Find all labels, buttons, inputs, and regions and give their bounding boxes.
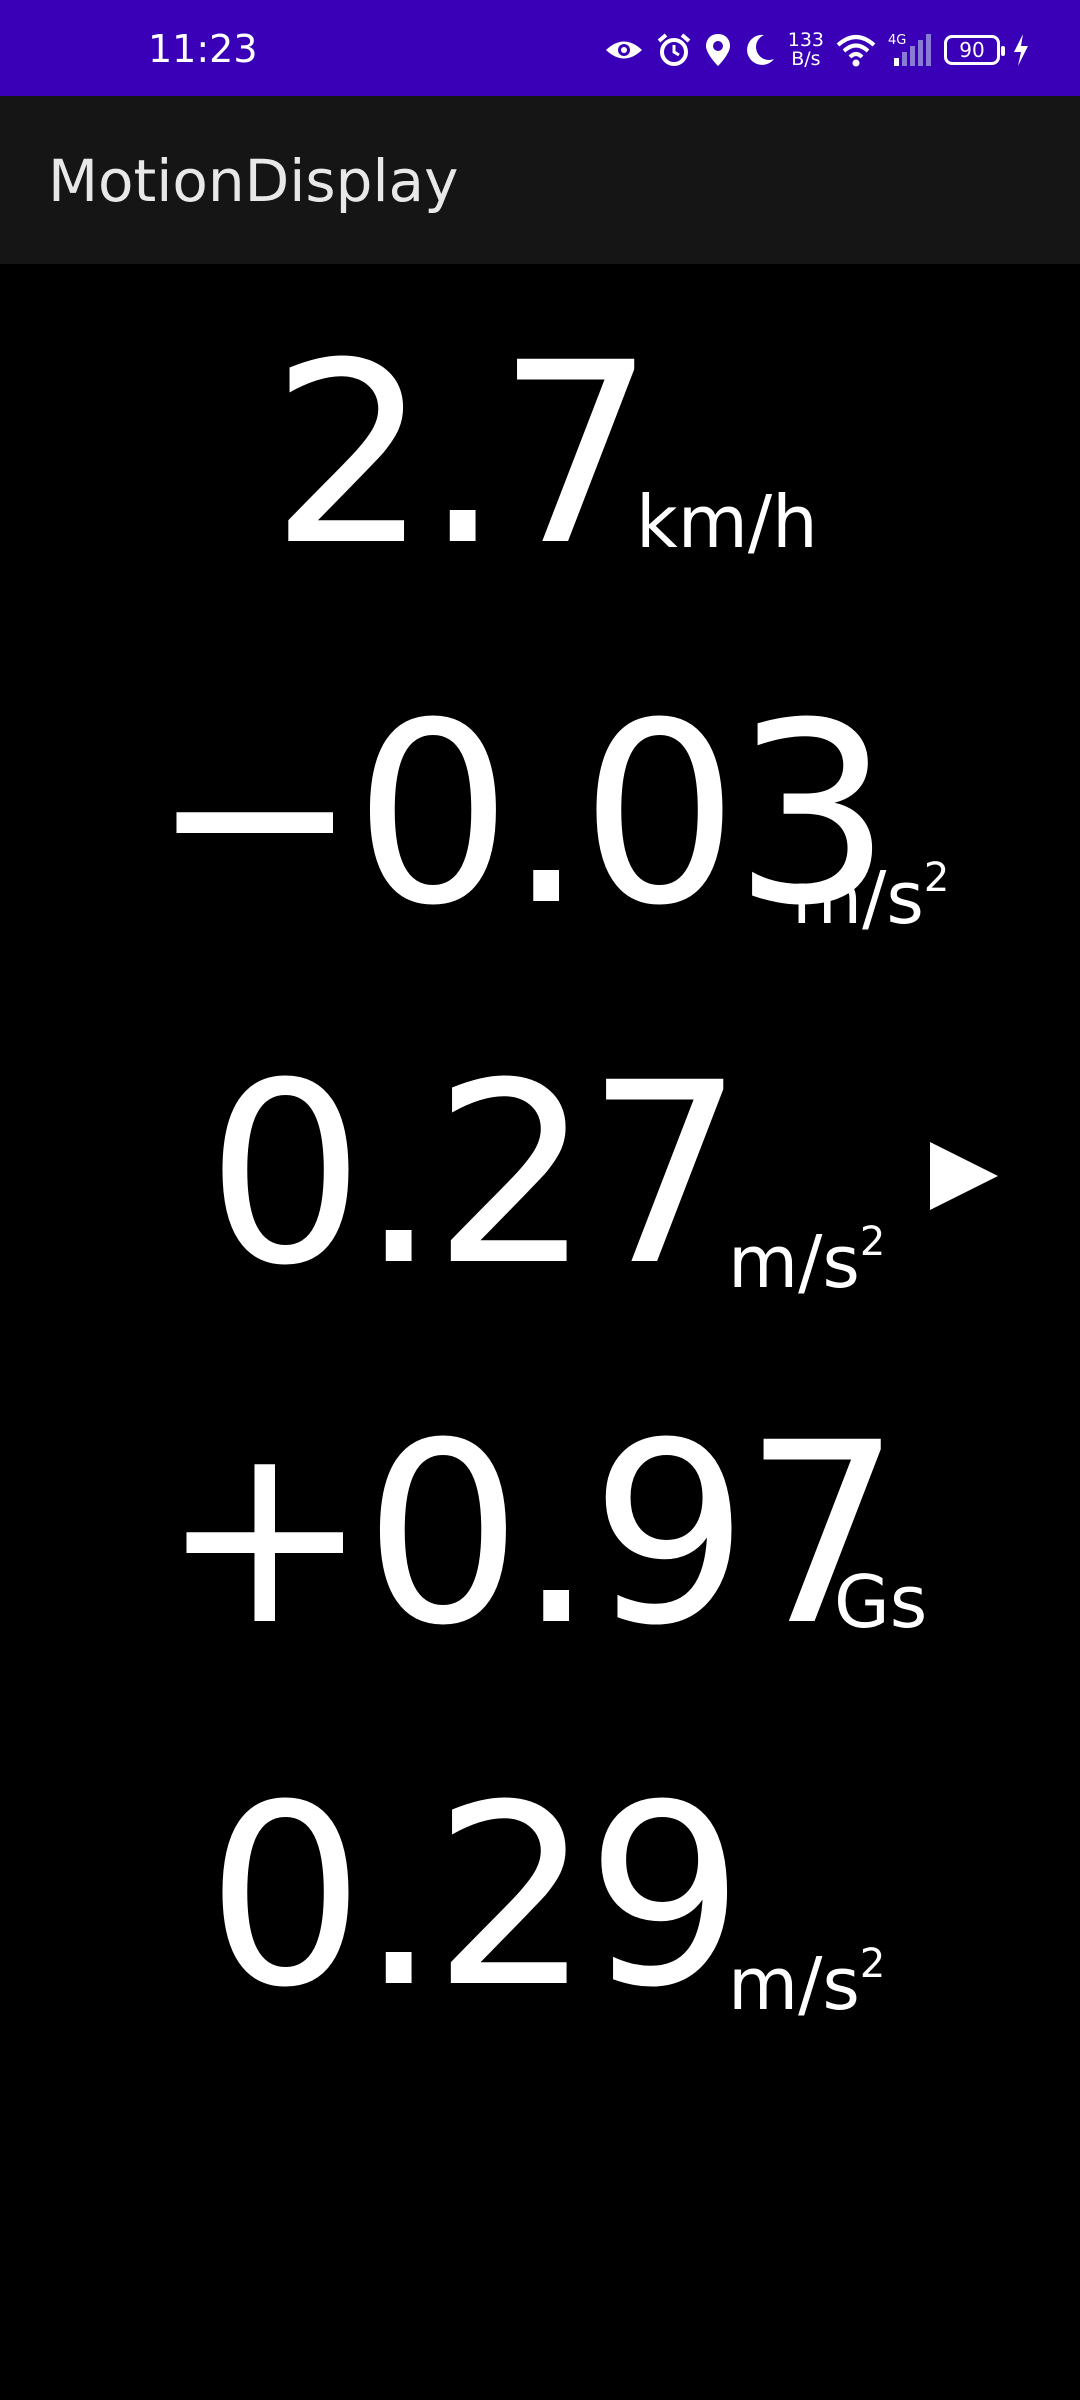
location-icon bbox=[704, 32, 732, 68]
status-time: 11:23 bbox=[148, 27, 258, 71]
app-bar: MotionDisplay bbox=[0, 96, 1080, 264]
play-icon bbox=[930, 1142, 998, 1210]
battery-level: 90 bbox=[959, 38, 985, 62]
speed-value: 2.7 bbox=[270, 309, 656, 600]
acceleration-unit-1-exponent: 2 bbox=[923, 855, 950, 901]
acceleration-unit-1-base: m/s bbox=[792, 856, 924, 940]
eye-icon bbox=[604, 35, 644, 65]
acceleration-unit-2-exponent: 2 bbox=[859, 1219, 886, 1265]
status-bar: 11:23 133 B/s 4G 90 bbox=[0, 0, 1080, 96]
wifi-icon bbox=[836, 33, 876, 67]
signal-icon: 4G bbox=[888, 32, 932, 68]
acceleration-unit-1: m/s2 bbox=[792, 838, 949, 938]
network-speed: 133 B/s bbox=[788, 31, 824, 69]
moon-icon bbox=[744, 33, 776, 67]
network-speed-unit: B/s bbox=[791, 48, 821, 70]
alarm-icon bbox=[656, 32, 692, 68]
status-icons: 133 B/s 4G 90 bbox=[604, 30, 1030, 70]
charging-icon bbox=[1012, 33, 1030, 67]
battery-icon: 90 bbox=[944, 35, 1005, 65]
app-title: MotionDisplay bbox=[48, 147, 459, 215]
g-force-value: +0.97 bbox=[160, 1389, 902, 1680]
network-type-label: 4G bbox=[888, 33, 906, 48]
acceleration-value-2: 0.27 bbox=[206, 1029, 745, 1320]
acceleration-value-1: −0.03 bbox=[150, 669, 892, 960]
acceleration-unit-3-base: m/s bbox=[728, 1942, 860, 2026]
acceleration-value-3: 0.29 bbox=[206, 1751, 745, 2042]
play-button[interactable] bbox=[926, 1138, 1002, 1214]
acceleration-unit-3-exponent: 2 bbox=[859, 1941, 886, 1987]
acceleration-unit-2: m/s2 bbox=[728, 1202, 885, 1302]
g-force-unit: Gs bbox=[834, 1560, 928, 1644]
speed-unit: km/h bbox=[636, 480, 818, 564]
acceleration-unit-2-base: m/s bbox=[728, 1220, 860, 1304]
acceleration-unit-3: m/s2 bbox=[728, 1924, 885, 2024]
